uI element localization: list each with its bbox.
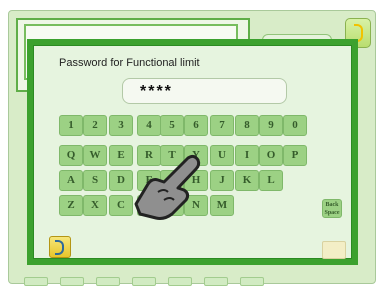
key-l[interactable]: L [259,170,283,191]
bottom-tab-5 [168,277,192,286]
key-8[interactable]: 8 [235,115,259,136]
pointing-hand-icon [134,154,201,220]
key-q[interactable]: Q [59,145,83,166]
key-1[interactable]: 1 [59,115,83,136]
key-3[interactable]: 3 [109,115,133,136]
bottom-tab-1 [24,277,48,286]
key-4[interactable]: 4 [137,115,161,136]
backspace-key[interactable]: Back Space [322,199,342,218]
bottom-tab-2 [60,277,84,286]
bottom-tab-3 [96,277,120,286]
dialog-title: Password for Functional limit [59,57,200,69]
key-j[interactable]: J [210,170,234,191]
key-2[interactable]: 2 [83,115,107,136]
key-k[interactable]: K [235,170,259,191]
key-s[interactable]: S [83,170,107,191]
key-0[interactable]: 0 [283,115,307,136]
password-input[interactable]: **** [122,78,287,104]
dialog-corner-panel [322,241,346,259]
key-6[interactable]: 6 [184,115,208,136]
key-i[interactable]: I [235,145,259,166]
key-x[interactable]: X [83,195,107,216]
key-7[interactable]: 7 [210,115,234,136]
key-w[interactable]: W [83,145,107,166]
key-z[interactable]: Z [59,195,83,216]
confirm-return-icon[interactable] [49,236,71,258]
bottom-tab-7 [240,277,264,286]
key-a[interactable]: A [59,170,83,191]
key-5[interactable]: 5 [160,115,184,136]
key-m[interactable]: M [210,195,234,216]
key-u[interactable]: U [210,145,234,166]
bottom-tab-4 [132,277,156,286]
bottom-tab-6 [204,277,228,286]
key-9[interactable]: 9 [259,115,283,136]
key-o[interactable]: O [259,145,283,166]
key-p[interactable]: P [283,145,307,166]
